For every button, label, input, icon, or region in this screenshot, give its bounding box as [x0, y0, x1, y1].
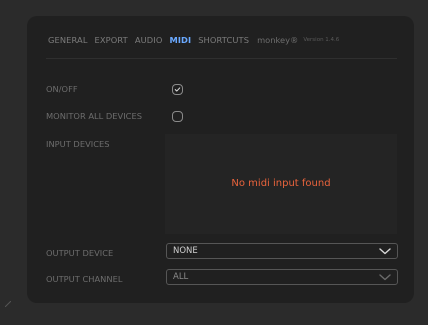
on-off-checkbox[interactable]	[172, 84, 183, 95]
settings-tabs: GENERAL EXPORT AUDIO MIDI SHORTCUTS monk…	[48, 33, 339, 47]
input-devices-list: No midi input found	[165, 134, 397, 234]
checkmark-icon	[174, 87, 181, 92]
output-device-select[interactable]: NONE	[166, 243, 398, 259]
output-channel-value: ALL	[173, 272, 189, 282]
brand-logo: monkey®	[257, 35, 299, 45]
chevron-down-icon	[379, 248, 391, 255]
tab-export[interactable]: EXPORT	[95, 35, 128, 45]
midi-settings-window: GENERAL EXPORT AUDIO MIDI SHORTCUTS monk…	[0, 0, 428, 325]
header-divider	[46, 58, 397, 59]
input-devices-label: INPUT DEVICES	[46, 139, 110, 149]
monitor-all-devices-label: MONITOR ALL DEVICES	[46, 111, 142, 121]
monitor-all-devices-checkbox[interactable]	[172, 111, 183, 122]
on-off-label: ON/OFF	[46, 84, 78, 94]
resize-grip-icon[interactable]	[5, 301, 11, 307]
version-label: Version 1.4.6	[303, 37, 340, 43]
chevron-down-icon	[379, 274, 391, 281]
output-device-value: NONE	[173, 246, 198, 256]
tab-audio[interactable]: AUDIO	[135, 35, 163, 45]
tab-midi[interactable]: MIDI	[169, 35, 191, 45]
output-device-label: OUTPUT DEVICE	[46, 248, 114, 258]
tab-general[interactable]: GENERAL	[48, 35, 88, 45]
output-channel-select[interactable]: ALL	[166, 269, 398, 285]
tab-shortcuts[interactable]: SHORTCUTS	[198, 35, 249, 45]
no-midi-input-message: No midi input found	[231, 178, 331, 189]
output-channel-label: OUTPUT CHANNEL	[46, 274, 123, 284]
